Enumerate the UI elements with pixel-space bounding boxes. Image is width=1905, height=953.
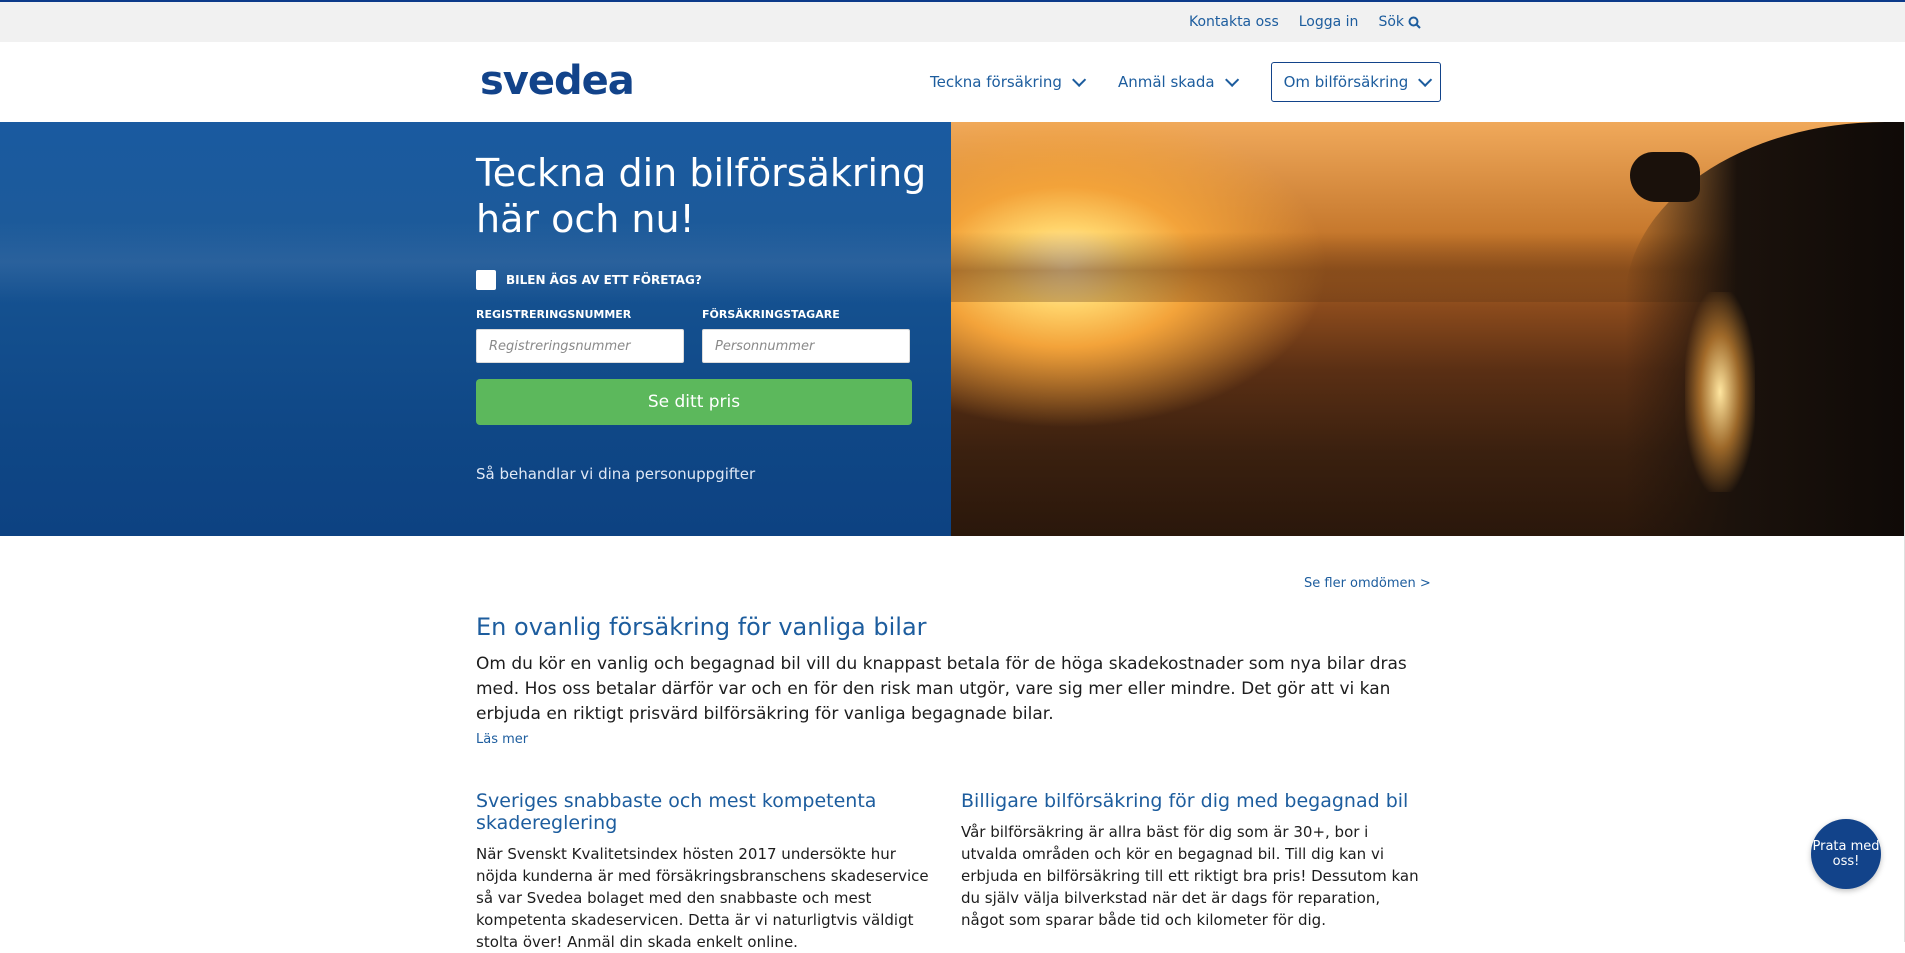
nav-om-bilforsakring[interactable]: Om bilförsäkring [1270,62,1442,102]
hero-image-sunset-car [951,122,1905,536]
reg-number-input[interactable] [476,329,684,363]
chat-label: Prata med oss! [1812,839,1880,869]
contact-link[interactable]: Kontakta oss [1189,14,1279,30]
login-link[interactable]: Logga in [1299,14,1359,30]
reg-number-label: REGISTRERINGSNUMMER [476,308,632,321]
chevron-down-icon [1224,72,1239,87]
chevron-down-icon [1071,72,1087,87]
car-mirror [1630,152,1700,202]
utility-bar: Kontakta oss Logga in Sök [0,2,1905,42]
more-reviews-link[interactable]: Se fler omdömen > [1304,576,1431,591]
main-nav: Teckna försäkring Anmäl skada Om bilförs… [930,62,1442,102]
nav-item-label: Om bilförsäkring [1283,73,1409,91]
chat-button[interactable]: Prata med oss! [1811,819,1881,889]
sun-glint [1685,292,1755,492]
claims-body: När Svenskt Kvalitetsindex hösten 2017 u… [476,845,929,951]
search-icon [1408,16,1421,29]
hero-section: Teckna din bilförsäkring här och nu! BIL… [0,122,1905,536]
privacy-link[interactable]: Så behandlar vi dina personuppgifter [476,465,755,483]
search-link[interactable]: Sök [1378,14,1421,30]
nav-teckna-forsakring[interactable]: Teckna försäkring [930,72,1087,91]
search-label: Sök [1378,14,1404,30]
section-body: Om du kör en vanlig och begagnad bil vil… [476,654,1407,724]
cheaper-insurance-heading: Billigare bilförsäkring för dig med bega… [961,790,1409,812]
brand-logo[interactable]: svedea [480,58,635,104]
nav-item-label: Anmäl skada [1117,73,1215,91]
see-price-button[interactable]: Se ditt pris [476,379,912,425]
claims-heading: Sveriges snabbaste och mest kompetenta s… [476,790,877,834]
cheaper-insurance-body: Vår bilförsäkring är allra bäst för dig … [961,823,1419,929]
section-title: En ovanlig försäkring för vanliga bilar [476,613,927,641]
main-header: svedea Teckna försäkring Anmäl skada Om … [0,42,1905,122]
nav-anmal-skada[interactable]: Anmäl skada [1117,72,1239,91]
hero-title: Teckna din bilförsäkring här och nu! [476,151,927,241]
company-owned-label: BILEN ÄGS AV ETT FÖRETAG? [506,273,702,287]
read-more-link[interactable]: Läs mer [476,732,528,747]
company-owned-checkbox[interactable] [476,270,496,290]
company-owned-checkbox-row[interactable]: BILEN ÄGS AV ETT FÖRETAG? [476,270,702,290]
personal-number-input[interactable] [702,329,910,363]
policyholder-label: FÖRSÄKRINGSTAGARE [702,308,840,321]
utility-links: Kontakta oss Logga in Sök [1189,14,1421,30]
chevron-down-icon [1418,72,1433,87]
nav-item-label: Teckna försäkring [930,73,1062,91]
